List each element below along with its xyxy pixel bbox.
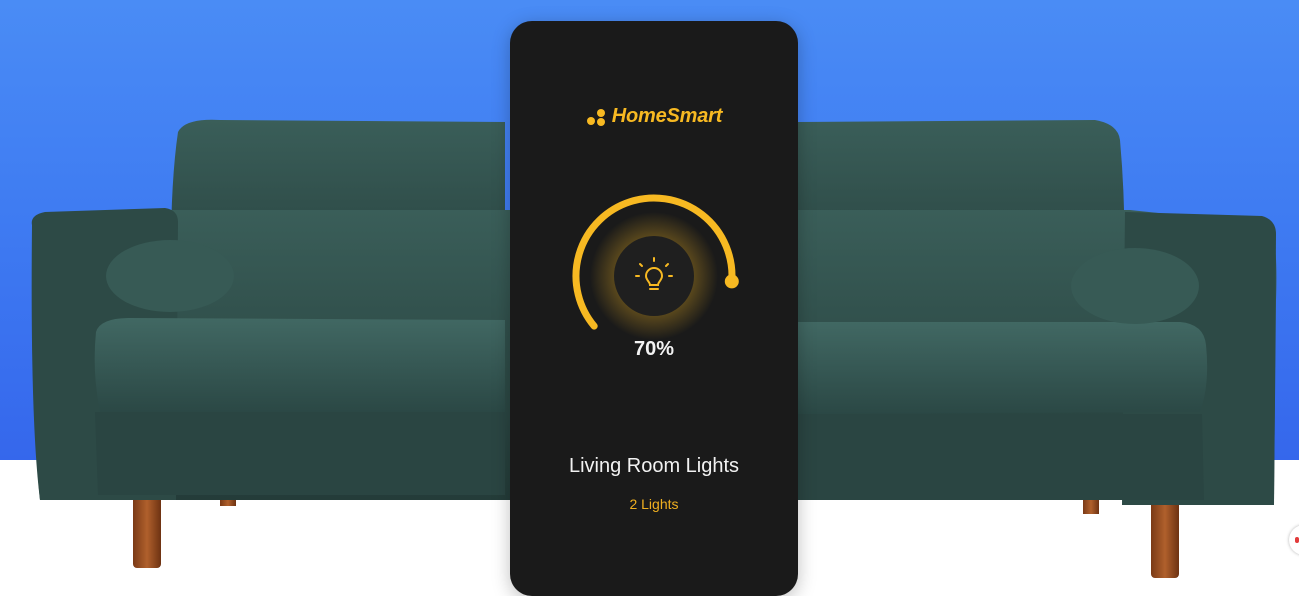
brightness-value: 70% <box>633 338 675 360</box>
smart-home-card: HomeSmart 70% Living Room Lights 2 Light… <box>510 21 798 596</box>
brand-name: HomeSmart <box>611 105 723 127</box>
lights-count: 2 Lights <box>629 496 679 512</box>
brightness-knob[interactable] <box>724 274 739 289</box>
dots-logo-icon <box>586 108 605 126</box>
bulb-button[interactable] <box>614 236 694 316</box>
brand-logo: HomeSmart <box>510 105 798 128</box>
brightness-dial[interactable] <box>510 181 798 401</box>
room-title: Living Room Lights <box>568 455 740 477</box>
